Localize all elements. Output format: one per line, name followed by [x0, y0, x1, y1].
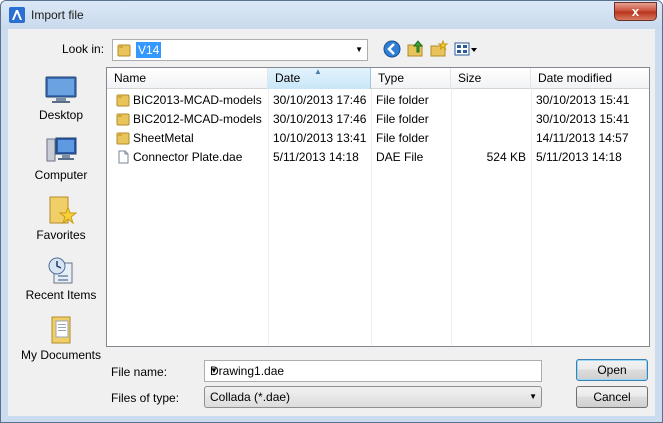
- file-date-cell: 5/11/2013 14:18: [273, 150, 359, 164]
- files-of-type-select[interactable]: Collada (*.dae) ▼: [204, 386, 542, 408]
- places-bar: Desktop Computer Favorites Recent Items …: [17, 65, 105, 367]
- column-header-size[interactable]: Size: [451, 68, 531, 89]
- folder-icon: [116, 113, 130, 126]
- file-size-cell: [456, 91, 526, 110]
- files-of-type-value: Collada (*.dae): [210, 390, 291, 404]
- look-in-label: Look in:: [62, 42, 105, 56]
- file-modified-cell: 30/10/2013 15:41: [536, 93, 630, 107]
- view-menu-icon[interactable]: [453, 39, 479, 59]
- file-name-input[interactable]: Drawing1.dae ▼: [204, 360, 542, 382]
- recent-items-icon: [48, 257, 73, 284]
- file-modified-cell: 5/11/2013 14:18: [536, 150, 622, 164]
- sort-ascending-icon: ▲: [314, 67, 322, 76]
- up-folder-icon[interactable]: [406, 39, 426, 59]
- desktop-icon: [45, 76, 77, 103]
- file-name-label: File name:: [111, 365, 168, 379]
- column-header-date-modified[interactable]: Date modified: [531, 68, 649, 89]
- place-label: My Documents: [20, 348, 102, 362]
- chevron-down-icon[interactable]: ▼: [210, 366, 537, 375]
- file-icon: [118, 150, 129, 164]
- close-icon: x: [631, 4, 640, 19]
- file-type-cell: DAE File: [376, 150, 424, 164]
- app-icon: [9, 7, 25, 23]
- place-label: Desktop: [38, 108, 84, 122]
- place-label: Recent Items: [25, 288, 97, 302]
- column-header-date[interactable]: ▲ Date: [268, 67, 371, 89]
- cancel-button[interactable]: Cancel: [576, 386, 648, 408]
- file-modified-cell: 30/10/2013 15:41: [536, 112, 630, 126]
- back-icon[interactable]: [382, 39, 402, 59]
- open-button[interactable]: Open: [576, 359, 648, 381]
- chevron-down-icon[interactable]: ▼: [355, 45, 363, 54]
- file-modified-cell: 14/11/2013 14:57: [536, 131, 629, 145]
- look-in-value: V14: [136, 42, 162, 58]
- file-type-cell: File folder: [376, 112, 429, 126]
- column-header-type[interactable]: Type: [371, 68, 451, 89]
- file-type-cell: File folder: [376, 93, 429, 107]
- file-list[interactable]: Name ▲ Date Type Size Date modified BIC2…: [106, 67, 650, 347]
- files-of-type-label: Files of type:: [111, 391, 180, 405]
- place-desktop[interactable]: Desktop: [17, 75, 105, 122]
- column-header-name[interactable]: Name: [107, 68, 268, 89]
- file-date-cell: 30/10/2013 17:46: [273, 112, 367, 126]
- place-label: Favorites: [36, 228, 86, 242]
- dialog-body: Look in: V14 ▼ Desktop Computer Favorite…: [8, 29, 655, 416]
- file-date-cell: 30/10/2013 17:46: [273, 93, 367, 107]
- place-my-documents[interactable]: My Documents: [17, 315, 105, 362]
- file-type-cell: File folder: [376, 131, 429, 145]
- chevron-down-icon[interactable]: ▼: [529, 392, 537, 401]
- folder-icon: [117, 44, 131, 57]
- file-size-cell: 524 KB: [486, 150, 526, 164]
- file-row[interactable]: Connector Plate.dae 5/11/2013 14:18 DAE …: [107, 148, 649, 167]
- file-date-cell: 10/10/2013 13:41: [273, 131, 367, 145]
- place-favorites[interactable]: Favorites: [17, 195, 105, 242]
- file-size-cell: [456, 129, 526, 148]
- folder-icon: [116, 94, 130, 107]
- place-label: Computer: [34, 168, 88, 182]
- folder-icon: [116, 132, 130, 145]
- file-row[interactable]: BIC2012-MCAD-models 30/10/2013 17:46 Fil…: [107, 110, 649, 129]
- title-bar[interactable]: Import file x: [1, 1, 662, 29]
- computer-icon: [46, 137, 77, 162]
- import-file-dialog: Import file x Look in: V14 ▼ Desktop Com…: [0, 0, 663, 423]
- column-header-row: Name ▲ Date Type Size Date modified: [107, 67, 649, 89]
- file-row[interactable]: BIC2013-MCAD-models 30/10/2013 17:46 Fil…: [107, 91, 649, 110]
- my-documents-icon: [51, 316, 71, 344]
- favorites-icon: [49, 196, 78, 225]
- place-recent-items[interactable]: Recent Items: [17, 255, 105, 302]
- window-title: Import file: [31, 8, 84, 22]
- new-folder-icon[interactable]: [429, 39, 449, 59]
- file-row[interactable]: SheetMetal 10/10/2013 13:41 File folder …: [107, 129, 649, 148]
- place-computer[interactable]: Computer: [17, 135, 105, 182]
- file-size-cell: [456, 110, 526, 129]
- look-in-combobox[interactable]: V14 ▼: [112, 39, 368, 61]
- close-button[interactable]: x: [614, 2, 657, 21]
